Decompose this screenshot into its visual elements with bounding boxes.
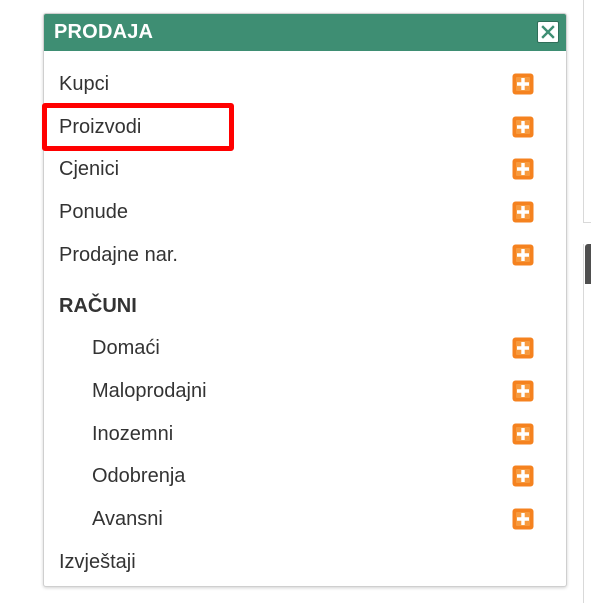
menu-item-avansni[interactable]: Avansni bbox=[44, 501, 566, 537]
menu-item-label: Prodajne nar. bbox=[59, 244, 178, 266]
plus-square-icon[interactable] bbox=[512, 380, 534, 402]
background-tab bbox=[585, 244, 591, 284]
plus-square-icon[interactable] bbox=[512, 73, 534, 95]
menu-item-prodajne-nar[interactable]: Prodajne nar. bbox=[44, 237, 566, 273]
plus-square-icon[interactable] bbox=[512, 158, 534, 180]
menu-item-odobrenja[interactable]: Odobrenja bbox=[44, 458, 566, 494]
menu-item-ponude[interactable]: Ponude bbox=[44, 194, 566, 230]
menu-item-domaci[interactable]: Domaći bbox=[44, 330, 566, 366]
menu-item-cjenici[interactable]: Cjenici bbox=[44, 151, 566, 187]
menu-item-label: Avansni bbox=[92, 508, 163, 530]
background-panel bbox=[583, 0, 591, 223]
highlight-box bbox=[42, 103, 234, 151]
close-icon bbox=[539, 23, 557, 41]
plus-square-icon[interactable] bbox=[512, 116, 534, 138]
menu-item-label: Cjenici bbox=[59, 158, 120, 180]
plus-square-icon[interactable] bbox=[512, 423, 534, 445]
section-heading-racuni: RAČUNI bbox=[59, 295, 137, 317]
menu-item-label: Ponude bbox=[59, 201, 128, 223]
plus-square-icon[interactable] bbox=[512, 465, 534, 487]
menu-item-kupci[interactable]: Kupci bbox=[44, 66, 566, 102]
menu-item-maloprodajni[interactable]: Maloprodajni bbox=[44, 373, 566, 409]
panel-header: PRODAJA bbox=[44, 14, 566, 51]
close-button[interactable] bbox=[537, 21, 559, 43]
menu-item-inozemni[interactable]: Inozemni bbox=[44, 416, 566, 452]
page: PRODAJA Kupci Proizvodi Cjenici Ponude P… bbox=[0, 0, 591, 603]
menu-item-label: Kupci bbox=[59, 73, 110, 95]
plus-square-icon[interactable] bbox=[512, 508, 534, 530]
plus-square-icon[interactable] bbox=[512, 201, 534, 223]
menu-item-izvjestaji[interactable]: Izvještaji bbox=[44, 544, 566, 580]
menu-item-label: Maloprodajni bbox=[92, 380, 207, 402]
plus-square-icon[interactable] bbox=[512, 244, 534, 266]
prodaja-menu-panel: PRODAJA Kupci Proizvodi Cjenici Ponude P… bbox=[42, 13, 567, 587]
menu-item-label: Domaći bbox=[92, 337, 160, 359]
menu-item-label: Odobrenja bbox=[92, 465, 186, 487]
menu-item-label: Izvještaji bbox=[59, 551, 136, 573]
menu-item-label: Inozemni bbox=[92, 423, 174, 445]
plus-square-icon[interactable] bbox=[512, 337, 534, 359]
background-panel bbox=[583, 244, 591, 603]
panel-title: PRODAJA bbox=[54, 21, 154, 43]
